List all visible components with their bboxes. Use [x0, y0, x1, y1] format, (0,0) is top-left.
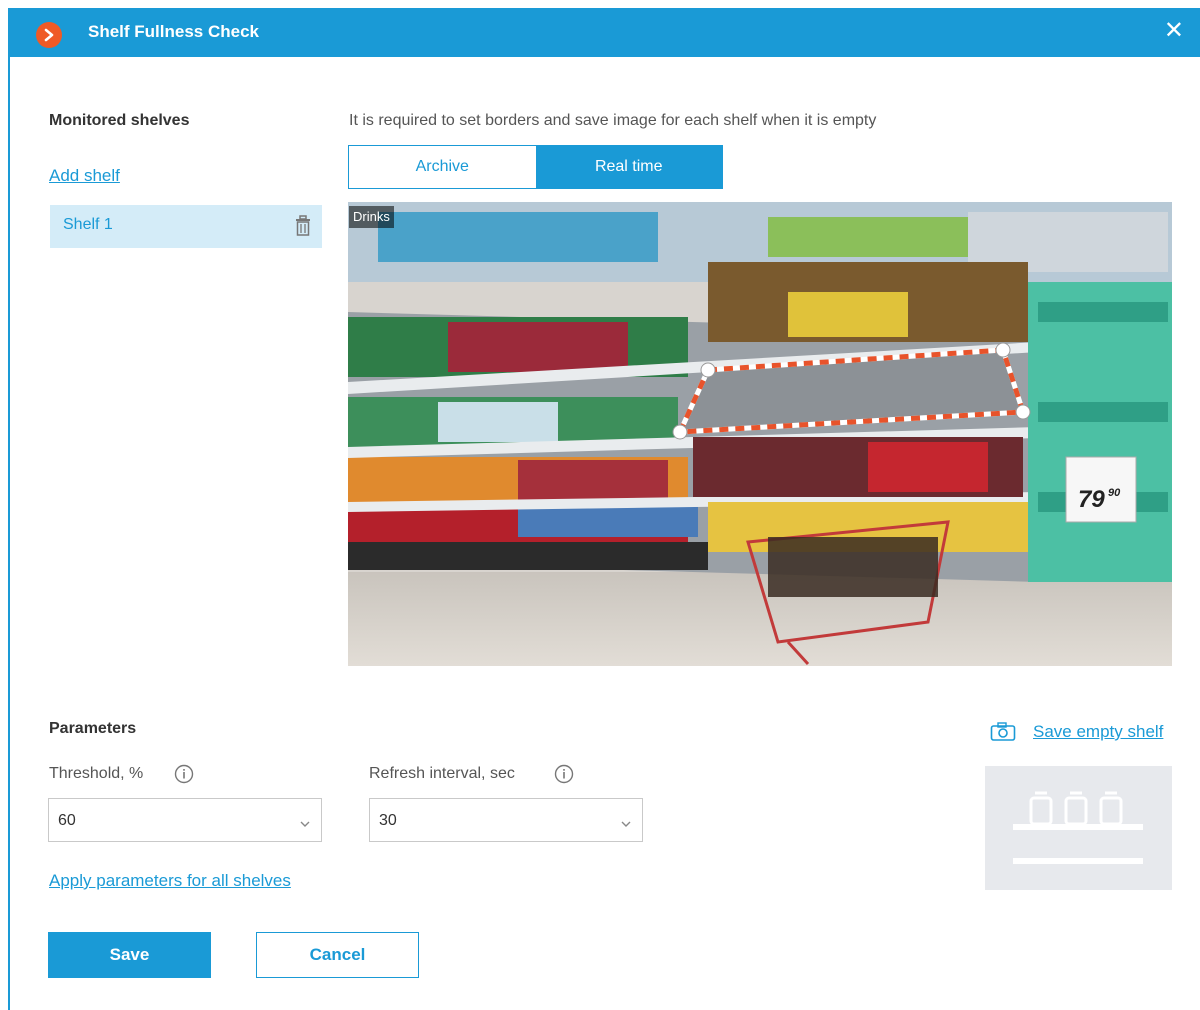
save-button[interactable]: Save — [48, 932, 211, 978]
trash-icon[interactable] — [294, 215, 312, 242]
chevron-down-icon — [620, 815, 632, 833]
threshold-label: Threshold, % — [49, 765, 144, 782]
camera-view[interactable]: 79 90 — [348, 202, 1172, 666]
shelf-item-label: Shelf 1 — [63, 216, 113, 233]
parameters-title: Parameters — [49, 720, 137, 737]
title-bar: Shelf Fullness Check ✕ — [8, 8, 1200, 57]
instruction-text: It is required to set borders and save i… — [349, 112, 877, 129]
save-empty-shelf-link[interactable]: Save empty shelf — [1033, 722, 1163, 742]
svg-text:79: 79 — [1078, 486, 1105, 513]
window-frame-left — [8, 56, 10, 1010]
refresh-interval-value: 30 — [379, 812, 397, 829]
app-logo-icon — [36, 22, 62, 48]
cancel-button[interactable]: Cancel — [256, 932, 419, 978]
info-icon[interactable] — [554, 764, 574, 789]
add-shelf-link[interactable]: Add shelf — [49, 166, 120, 186]
shelf-list-item[interactable]: Shelf 1 — [50, 205, 322, 248]
chevron-down-icon — [299, 815, 311, 833]
threshold-select[interactable]: 60 — [48, 798, 322, 842]
camera-icon[interactable] — [990, 722, 1016, 747]
monitored-shelves-title: Monitored shelves — [49, 112, 190, 129]
svg-text:90: 90 — [1108, 487, 1121, 499]
shelf-placeholder-icon — [1013, 791, 1143, 864]
apply-all-shelves-link[interactable]: Apply parameters for all shelves — [49, 871, 291, 891]
camera-name-label: Drinks — [349, 206, 394, 228]
refresh-interval-select[interactable]: 30 — [369, 798, 643, 842]
empty-shelf-image-placeholder — [985, 766, 1172, 890]
window-title: Shelf Fullness Check — [88, 22, 259, 41]
tab-archive[interactable]: Archive — [349, 146, 536, 188]
tab-real-time[interactable]: Real time — [535, 146, 722, 188]
close-icon[interactable]: ✕ — [1164, 19, 1184, 43]
info-icon[interactable] — [174, 764, 194, 789]
refresh-interval-label: Refresh interval, sec — [369, 765, 515, 782]
source-toggle: Archive Real time — [348, 145, 723, 189]
threshold-value: 60 — [58, 812, 76, 829]
